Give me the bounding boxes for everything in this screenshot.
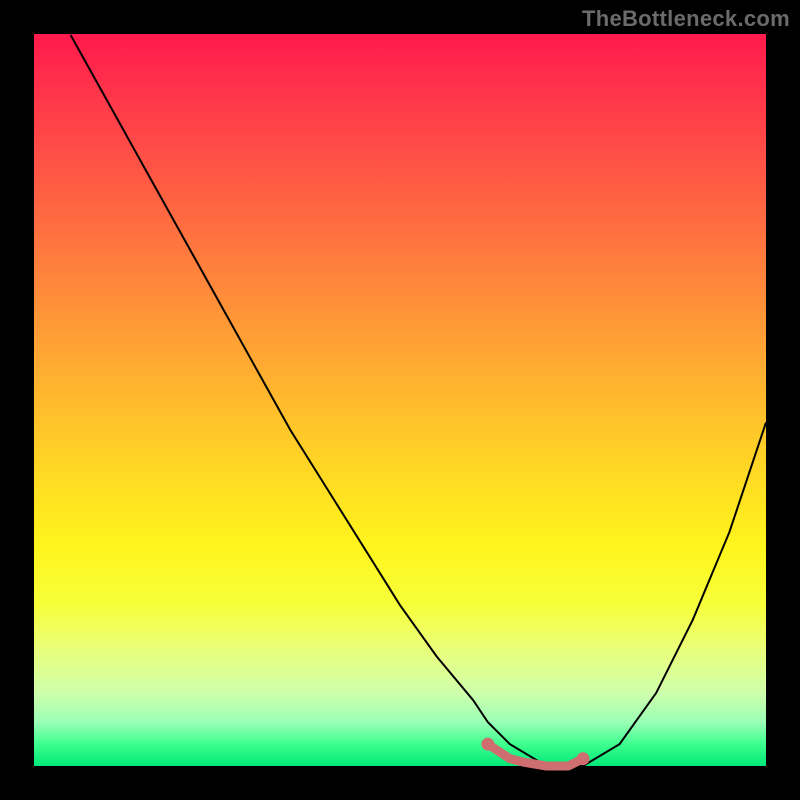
minimum-plateau-band [488, 744, 583, 766]
chart-frame: TheBottleneck.com [0, 0, 800, 800]
chart-plot-area [34, 34, 766, 766]
chart-svg [34, 34, 766, 766]
bottleneck-curve [71, 35, 766, 766]
minimum-plateau-endpoint-right [577, 752, 590, 765]
watermark: TheBottleneck.com [582, 6, 790, 32]
minimum-plateau-endpoint-left [481, 738, 494, 751]
